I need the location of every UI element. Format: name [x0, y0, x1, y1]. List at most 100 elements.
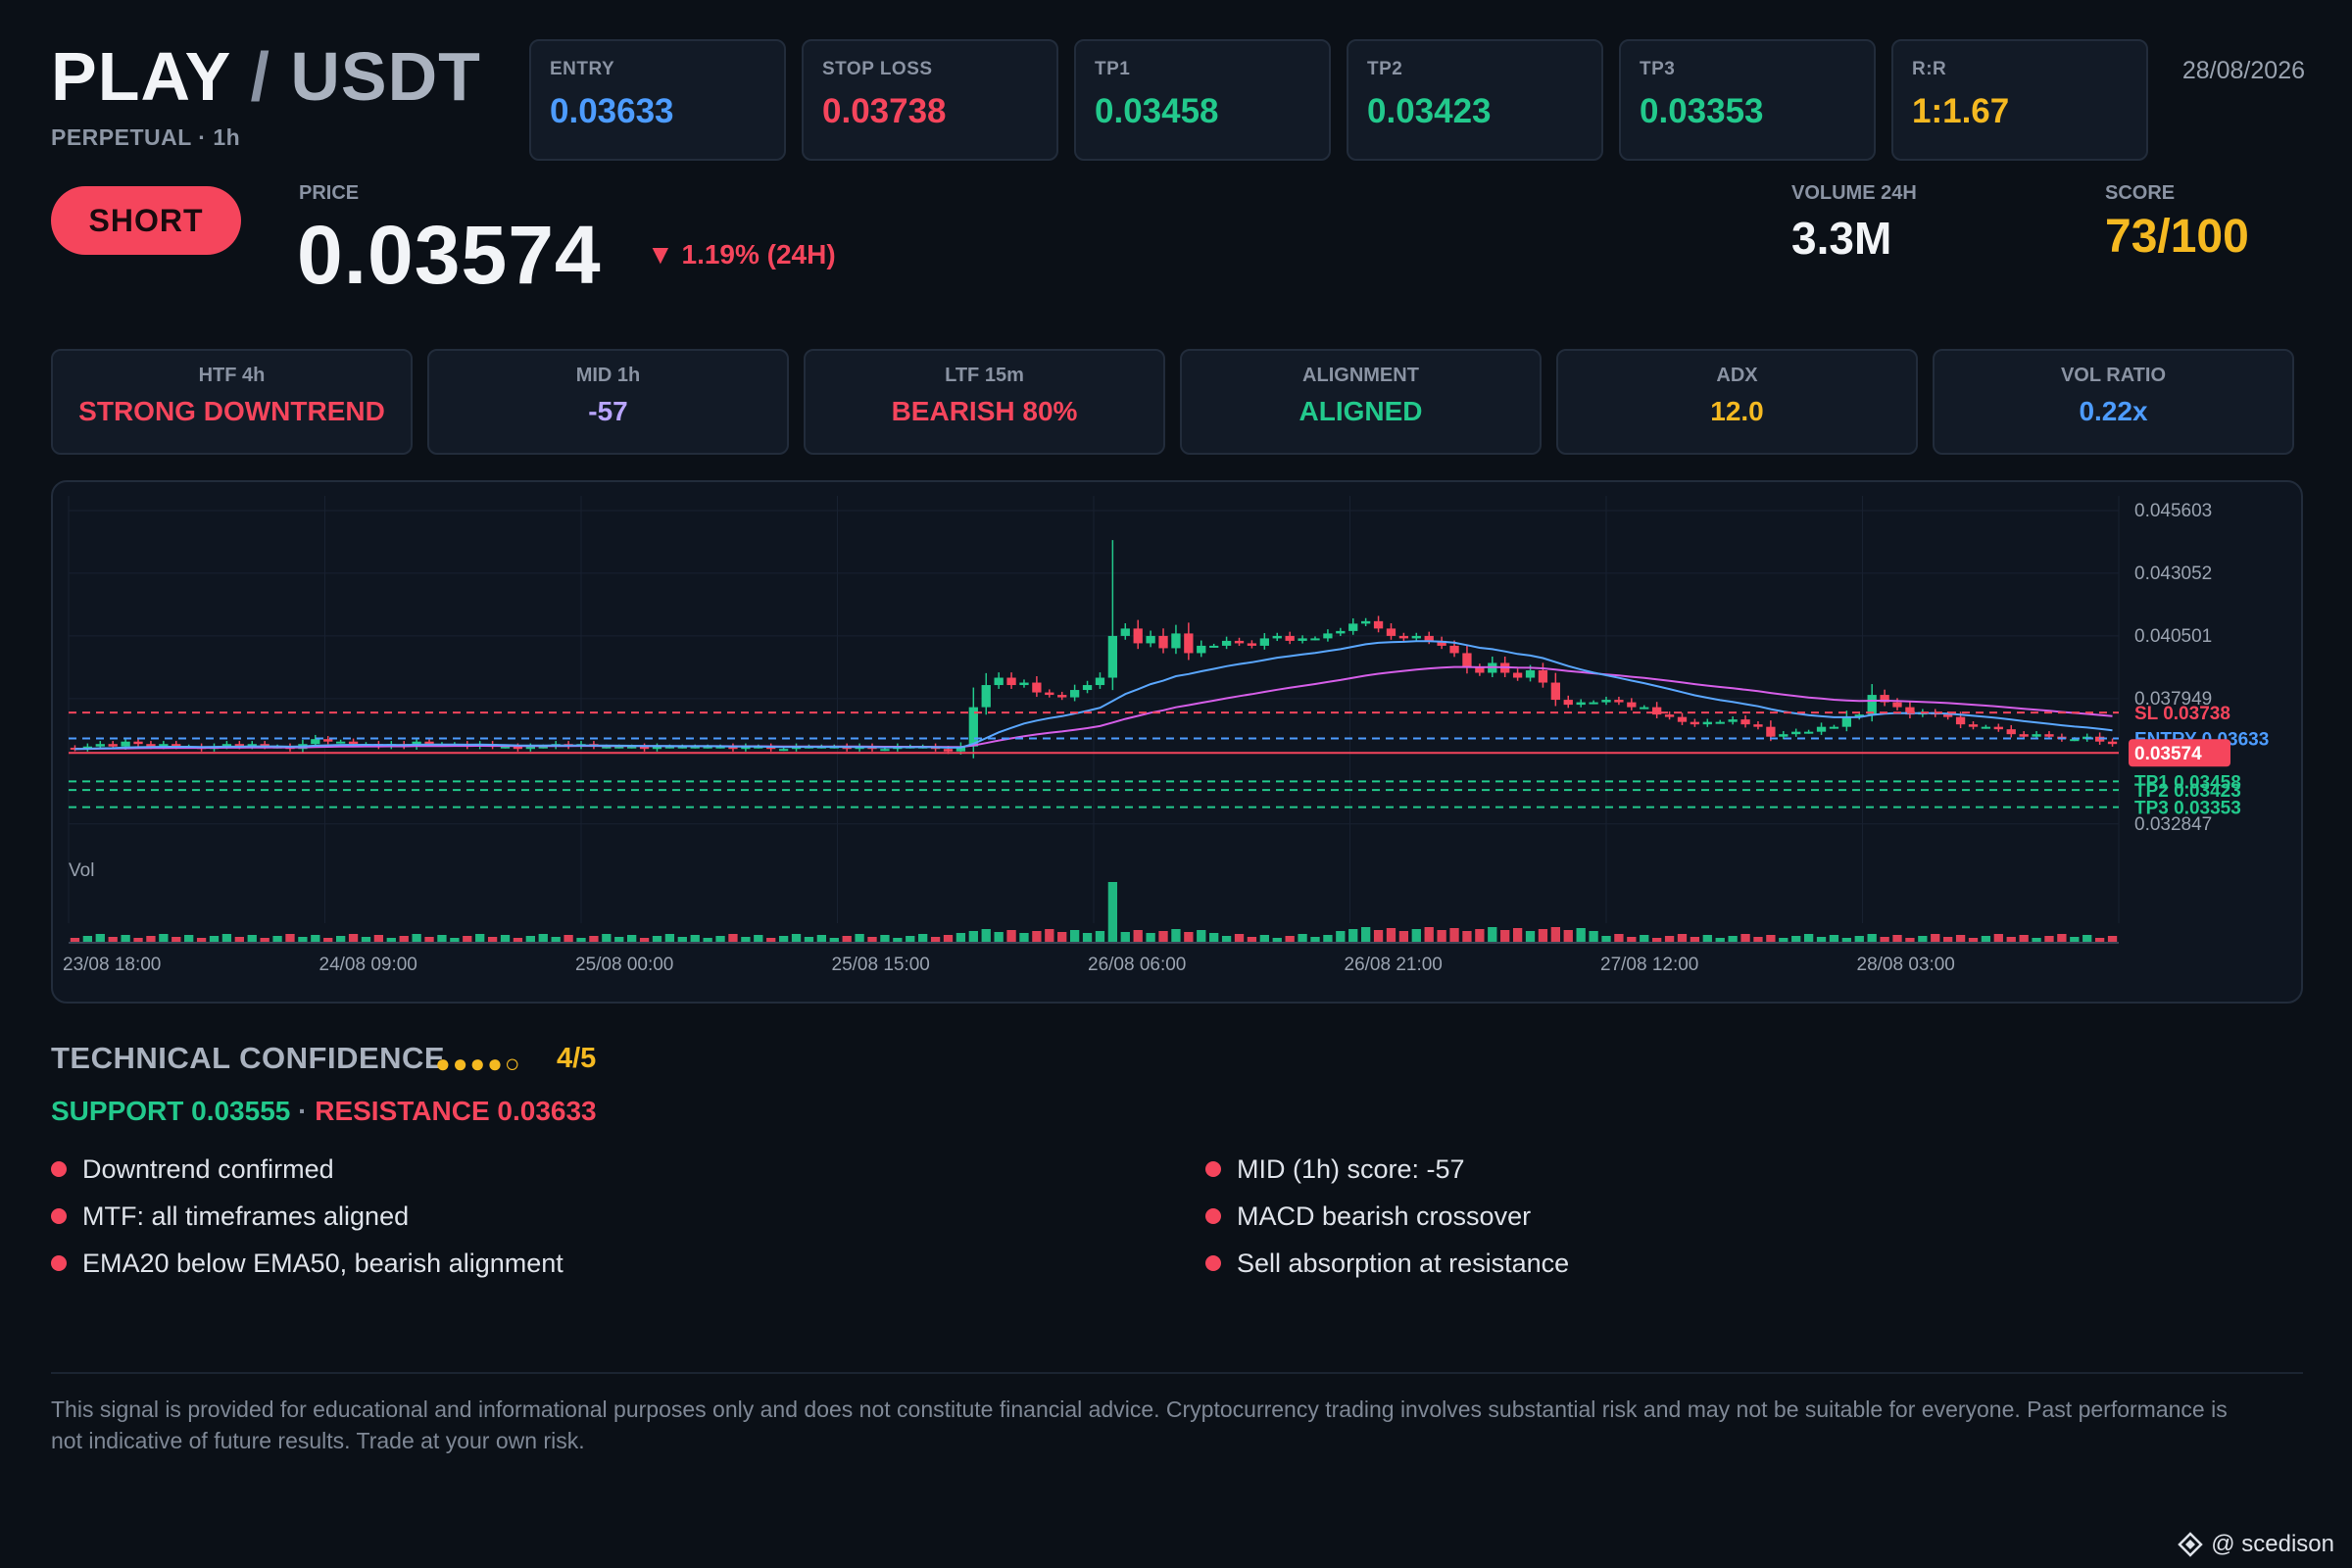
- candle-body: [348, 741, 359, 745]
- volume-bar: [715, 936, 725, 943]
- candle-body: [994, 677, 1004, 686]
- candle-body: [1728, 719, 1738, 722]
- volume-bar: [1348, 929, 1358, 943]
- volume-bar: [500, 935, 511, 943]
- candle-body: [1829, 726, 1839, 729]
- mid-label: MID 1h: [575, 365, 641, 386]
- candle-body: [1146, 635, 1155, 644]
- candle-body: [1740, 719, 1750, 725]
- trading-pair-title: PLAY / USDT: [51, 37, 481, 116]
- volume-bar: [627, 935, 637, 943]
- adx-stat: ADX 12.0: [1556, 349, 1918, 455]
- tp3-card: TP3 0.03353: [1619, 39, 1876, 161]
- bullet-dot-icon: [51, 1160, 67, 1177]
- candle-body: [1702, 721, 1712, 725]
- volume-bar: [1120, 932, 1130, 943]
- volume-bar: [589, 936, 599, 943]
- confidence-title: TECHNICAL CONFIDENCE: [51, 1041, 446, 1075]
- volume-bar: [1728, 936, 1738, 943]
- volume-bar: [285, 934, 295, 943]
- volume-bar: [1336, 931, 1346, 943]
- volume-bar: [475, 934, 485, 943]
- volume-bar: [1854, 936, 1864, 943]
- volume-bar: [906, 936, 915, 943]
- candle-body: [1841, 716, 1852, 727]
- volume-bar: [272, 936, 282, 943]
- alignment-stat: ALIGNMENT ALIGNED: [1180, 349, 1542, 455]
- risk-reward-card: R:R 1:1.67: [1891, 39, 2148, 161]
- volume-bar: [943, 935, 954, 943]
- score-value: 73/100: [2105, 211, 2249, 263]
- volume-bar: [1614, 934, 1624, 943]
- volume-bar: [1702, 935, 1712, 943]
- candle-body: [1247, 643, 1257, 646]
- candle-body: [2070, 739, 2080, 742]
- candle-body: [1184, 633, 1194, 654]
- candle-body: [1968, 724, 1979, 727]
- resistance-level: RESISTANCE 0.03633: [315, 1096, 597, 1126]
- candle-body: [1373, 620, 1384, 629]
- candle-body: [1045, 692, 1054, 696]
- candle-body: [1576, 702, 1586, 706]
- volume-bar: [564, 935, 573, 943]
- x-axis-tick-label: 23/08 18:00: [63, 955, 161, 975]
- candle-body: [1158, 635, 1168, 649]
- volume-bar: [918, 934, 928, 943]
- volume-bar: [373, 935, 384, 943]
- reason-item: Downtrend confirmed: [51, 1154, 334, 1185]
- reason-text: Sell absorption at resistance: [1237, 1249, 1570, 1278]
- volume-bar: [1892, 935, 1902, 943]
- candle-body: [1690, 721, 1700, 725]
- tp1-value: 0.03458: [1095, 92, 1219, 130]
- volume-bar: [121, 935, 130, 943]
- watermark-text: @ scedison: [2211, 1531, 2334, 1557]
- candle-body: [2006, 729, 2016, 735]
- candle-body: [1550, 682, 1560, 701]
- candle-body: [311, 739, 320, 745]
- volume-bar: [1437, 930, 1446, 943]
- candle-body: [1614, 700, 1624, 703]
- volume-bar: [1184, 932, 1194, 943]
- candle-body: [1538, 670, 1548, 683]
- candle-body: [1107, 635, 1118, 678]
- candle-body: [1348, 623, 1358, 631]
- candle-body: [1386, 628, 1396, 636]
- sr-separator: ·: [298, 1096, 308, 1126]
- alignment-value: ALIGNED: [1298, 396, 1423, 426]
- entry-value: 0.03633: [550, 92, 674, 130]
- volume-bar: [1209, 933, 1219, 943]
- risk-reward-label: R:R: [1912, 59, 1947, 79]
- volume-bar: [221, 934, 232, 943]
- volume-bar: [1095, 931, 1105, 943]
- candle-body: [1791, 731, 1801, 735]
- candle-body: [1120, 628, 1130, 636]
- volume-bar: [778, 936, 789, 943]
- volume-bar: [348, 934, 359, 943]
- candle-body: [1475, 667, 1485, 673]
- disclaimer-text: This signal is provided for educational …: [51, 1396, 2228, 1453]
- mid-value: -57: [588, 396, 628, 426]
- pair-separator: /: [250, 38, 270, 115]
- volume-bar: [1512, 928, 1523, 943]
- base-asset: PLAY: [51, 38, 230, 115]
- volume-bar: [1298, 934, 1307, 943]
- bullet-dot-icon: [1205, 1207, 1221, 1224]
- candle-body: [108, 744, 118, 747]
- price-chart[interactable]: 0.045603 0.043052 0.040501 0.037949 0.032847…: [51, 480, 2303, 1004]
- stop-loss-value: 0.03738: [822, 92, 947, 130]
- candle-body: [121, 741, 130, 747]
- candle-body: [1462, 653, 1472, 668]
- volume-bar: [2057, 934, 2067, 943]
- tp3-label: TP3: [1640, 59, 1676, 79]
- volume-bar: [1449, 928, 1459, 943]
- candle-body: [1019, 682, 1029, 686]
- candlestick-chart-svg[interactable]: 0.0456030.0430520.0405010.0379490.032847…: [53, 482, 2303, 1004]
- candle-body: [1310, 638, 1320, 641]
- candle-body: [1006, 677, 1016, 686]
- candle-body: [981, 685, 991, 708]
- tp2-label: TP2: [1367, 59, 1403, 79]
- signal-date: 28/08/2026: [2181, 57, 2305, 84]
- volume-bar: [1525, 931, 1536, 943]
- alignment-label: ALIGNMENT: [1302, 365, 1419, 386]
- y-axis-tick-label: 0.043052: [2134, 564, 2212, 584]
